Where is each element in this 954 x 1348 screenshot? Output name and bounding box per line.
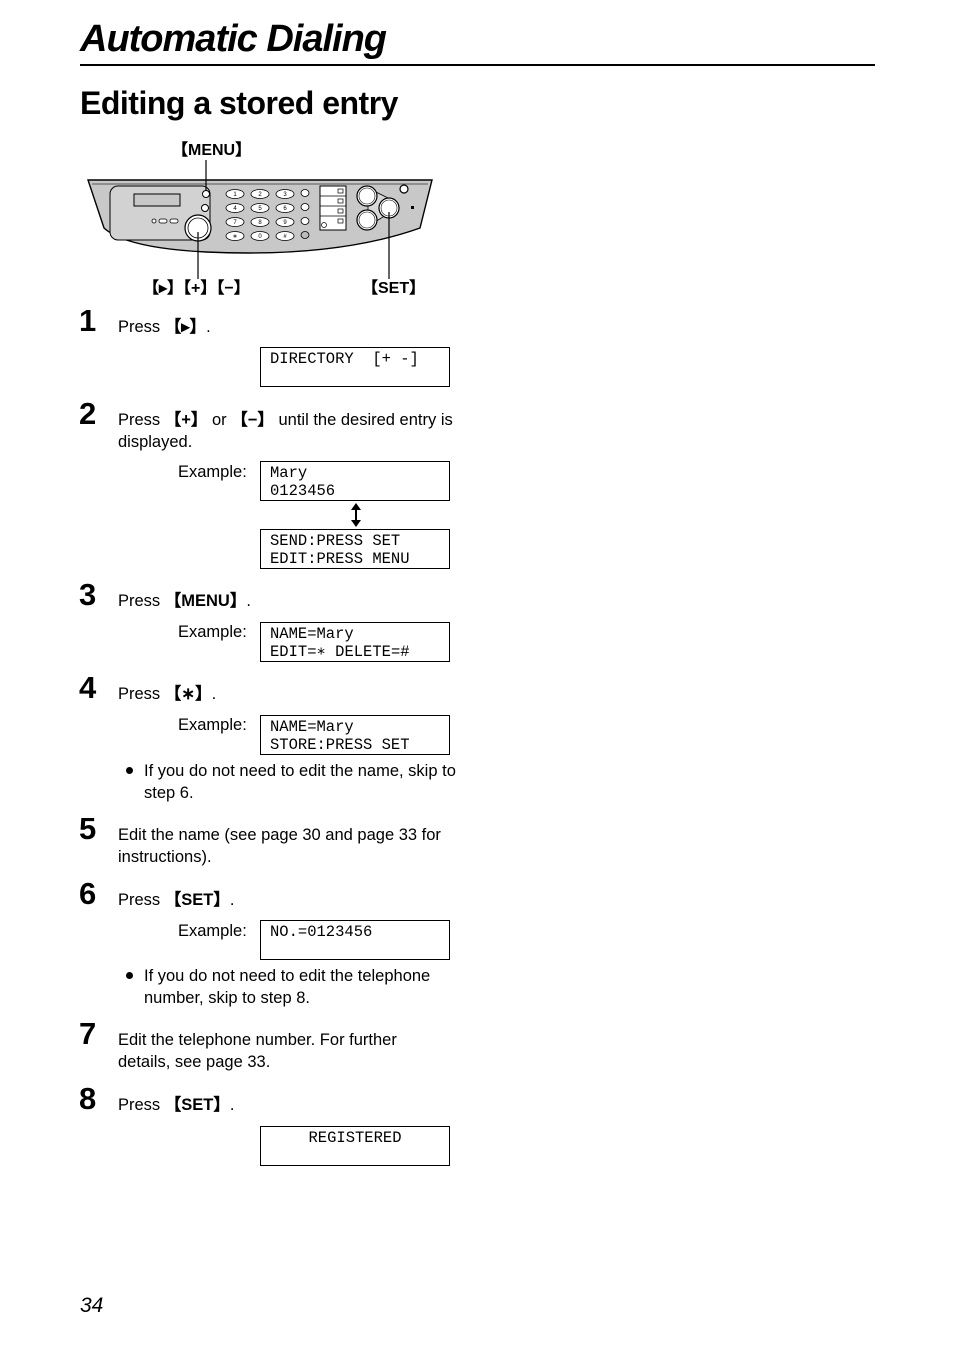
note-text: If you do not need to edit the name, ski…	[144, 762, 456, 802]
step-instruction: Press 【∗】.	[118, 683, 458, 705]
menu-key: 【MENU】	[164, 592, 247, 610]
note-bullet: If you do not need to edit the telephone…	[126, 965, 456, 1009]
lcd-display: Mary 0123456	[260, 461, 450, 501]
keypad-key-label: ∗	[232, 234, 237, 240]
lcd-display: REGISTERED	[260, 1126, 450, 1166]
lcd-line: SEND:PRESS SET	[270, 532, 401, 550]
step-number: 4	[79, 670, 97, 705]
step-instruction: Press 【SET】.	[118, 1094, 458, 1116]
instruction-text: .	[246, 592, 251, 610]
bullet-icon	[126, 972, 133, 979]
header-rule	[80, 64, 875, 66]
step-number: 1	[79, 303, 97, 338]
step-instruction: Press 【MENU】.	[118, 590, 458, 612]
set-key: 【SET】	[164, 891, 230, 909]
step-number: 7	[79, 1016, 97, 1051]
lcd-window	[133, 193, 181, 207]
instruction-text: .	[211, 685, 217, 703]
step-instruction: Edit the name (see page 30 and page 33 f…	[118, 826, 441, 866]
instruction-text: .	[206, 318, 211, 336]
lcd-display-alternate: SEND:PRESS SET EDIT:PRESS MENU	[260, 529, 450, 569]
updown-arrow-icon	[351, 503, 361, 527]
instruction-text: Press	[118, 891, 165, 909]
menu-button	[202, 190, 210, 198]
lcd-display: NAME=Mary EDIT=∗ DELETE=#	[260, 622, 450, 662]
set-key-label: 【SET】	[362, 280, 426, 297]
lcd-line: STORE:PRESS SET	[270, 736, 410, 754]
step-instruction: Press 【▸】.	[118, 316, 458, 338]
example-label: Example:	[178, 716, 247, 734]
step-number: 2	[79, 396, 97, 431]
plus-key: 【+】	[164, 411, 208, 429]
lcd-display: DIRECTORY [+ -]	[260, 347, 450, 387]
lcd-line	[261, 1147, 449, 1165]
step-instruction: Press 【+】 or 【−】 until the desired entry…	[118, 409, 458, 453]
lcd-line: DIRECTORY [+ -]	[270, 350, 419, 368]
lcd-line: Mary	[270, 464, 308, 482]
lcd-line: 0123456	[270, 482, 336, 500]
step-instruction: Edit the telephone number. For further d…	[118, 1031, 397, 1071]
step-number: 6	[79, 876, 97, 911]
instruction-text: Press	[118, 685, 165, 703]
step-instruction: Press 【SET】.	[118, 889, 458, 911]
instruction-text: .	[229, 891, 235, 909]
lcd-line: NO.=0123456	[270, 923, 373, 941]
instruction-text: Press	[118, 318, 165, 336]
set-key: 【SET】	[164, 1096, 230, 1114]
navigator-keys-label: 【▸】【+】【−】	[143, 280, 250, 297]
note-bullet: If you do not need to edit the name, ski…	[126, 760, 456, 804]
example-label: Example:	[178, 623, 247, 641]
lcd-line: NAME=Mary	[270, 625, 354, 643]
instruction-text: Press	[118, 592, 165, 610]
example-label: Example:	[178, 922, 247, 940]
page-heading: Editing a stored entry	[80, 85, 398, 121]
example-label: Example:	[178, 463, 247, 481]
star-key: 【∗】	[164, 685, 212, 703]
step-number: 3	[79, 577, 97, 612]
lcd-display: NO.=0123456	[260, 920, 450, 960]
navigator-right-key: 【▸】	[164, 318, 207, 336]
bullet-icon	[126, 767, 133, 774]
step-number: 5	[79, 811, 97, 846]
lcd-line	[261, 941, 449, 959]
step-number: 8	[79, 1081, 97, 1116]
note-text: If you do not need to edit the telephone…	[144, 967, 431, 1007]
lcd-line: REGISTERED	[308, 1129, 402, 1147]
lcd-line: EDIT:PRESS MENU	[270, 550, 410, 568]
instruction-text: or	[207, 411, 232, 429]
lcd-line: NAME=Mary	[270, 718, 354, 736]
instruction-text: .	[229, 1096, 235, 1114]
fax-control-panel-illustration: 1 2 34 5 67 8 9∗ 0 #	[87, 160, 433, 279]
lcd-display: NAME=Mary STORE:PRESS SET	[260, 715, 450, 755]
lcd-line	[261, 368, 449, 386]
page-number: 34	[80, 1294, 104, 1317]
lcd-line: EDIT=∗ DELETE=#	[270, 643, 410, 661]
minus-key: 【−】	[231, 411, 274, 429]
instruction-text: Press	[118, 1096, 165, 1114]
instruction-text: Press	[118, 411, 165, 429]
section-title: Automatic Dialing	[80, 18, 387, 60]
